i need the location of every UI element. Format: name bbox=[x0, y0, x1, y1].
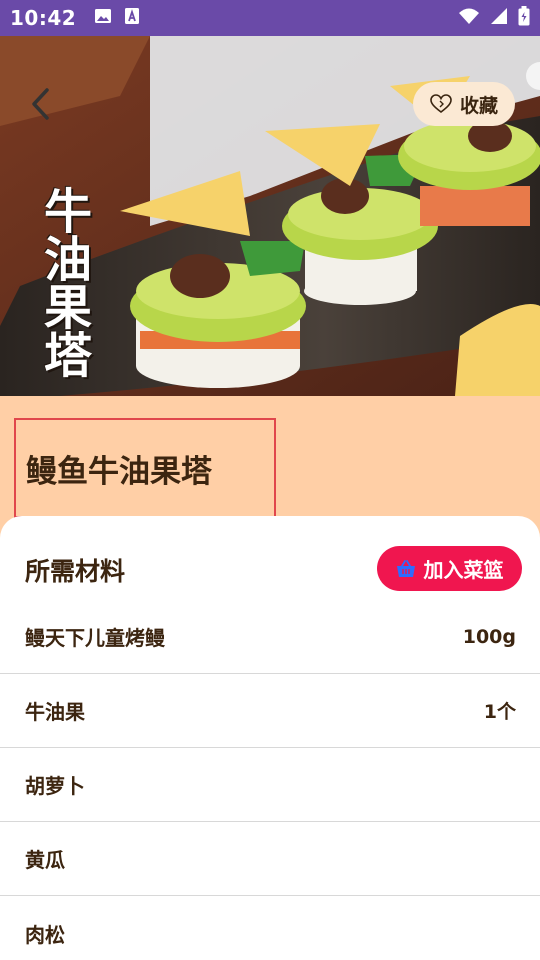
recipe-title: 鳗鱼牛油果塔 bbox=[14, 418, 276, 518]
heart-icon bbox=[430, 94, 452, 114]
title-area: 鳗鱼牛油果塔 bbox=[0, 396, 540, 536]
favorite-label: 收藏 bbox=[459, 94, 498, 117]
status-time: 10:42 bbox=[10, 6, 77, 30]
ingredient-row[interactable]: 黄瓜 bbox=[0, 822, 540, 896]
ingredient-amount: 1个 bbox=[483, 701, 516, 723]
back-arrow-icon bbox=[32, 88, 49, 120]
wifi-icon bbox=[458, 7, 480, 29]
back-button[interactable] bbox=[22, 84, 58, 124]
ingredients-section-title: 所需材料 bbox=[25, 557, 126, 586]
ingredient-name: 鳗天下儿童烤鳗 bbox=[25, 626, 165, 650]
add-to-basket-button[interactable]: 加入菜篮 bbox=[377, 546, 522, 591]
ingredient-name: 肉松 bbox=[25, 922, 65, 947]
ingredient-amount: 100g bbox=[462, 625, 516, 648]
battery-icon bbox=[518, 6, 530, 30]
status-left-icons bbox=[94, 7, 140, 29]
ingredient-row[interactable]: 牛油果 1个 bbox=[0, 674, 540, 748]
basket-icon bbox=[396, 559, 415, 577]
image-icon bbox=[94, 8, 112, 28]
status-bar: 10:42 bbox=[0, 0, 540, 36]
ingredient-name: 胡萝卜 bbox=[25, 774, 85, 798]
ingredient-row[interactable]: 胡萝卜 bbox=[0, 748, 540, 822]
ingredient-list: 鳗天下儿童烤鳗 100g 牛油果 1个 胡萝卜 黄瓜 肉松 bbox=[0, 600, 540, 960]
signal-icon bbox=[490, 7, 508, 29]
recipe-detail-screen: 10:42 牛油果塔 收藏 鳗鱼牛油果塔 所需材料 加入菜篮 鳗天下儿童烤鳗 1… bbox=[0, 0, 540, 960]
hero-calligraphy-text: 牛油果塔 bbox=[35, 186, 91, 378]
ingredient-row[interactable]: 肉松 bbox=[0, 896, 540, 960]
a-badge-icon bbox=[124, 7, 140, 29]
add-to-basket-label: 加入菜篮 bbox=[423, 558, 504, 582]
ingredients-card: 所需材料 加入菜篮 鳗天下儿童烤鳗 100g 牛油果 1个 胡萝卜 黄瓜 肉松 bbox=[0, 516, 540, 960]
status-right-icons bbox=[458, 6, 530, 30]
favorite-button[interactable]: 收藏 bbox=[413, 82, 515, 126]
ingredient-name: 牛油果 bbox=[25, 700, 85, 724]
ingredient-name: 黄瓜 bbox=[25, 848, 65, 872]
ingredient-row[interactable]: 鳗天下儿童烤鳗 100g bbox=[0, 600, 540, 674]
